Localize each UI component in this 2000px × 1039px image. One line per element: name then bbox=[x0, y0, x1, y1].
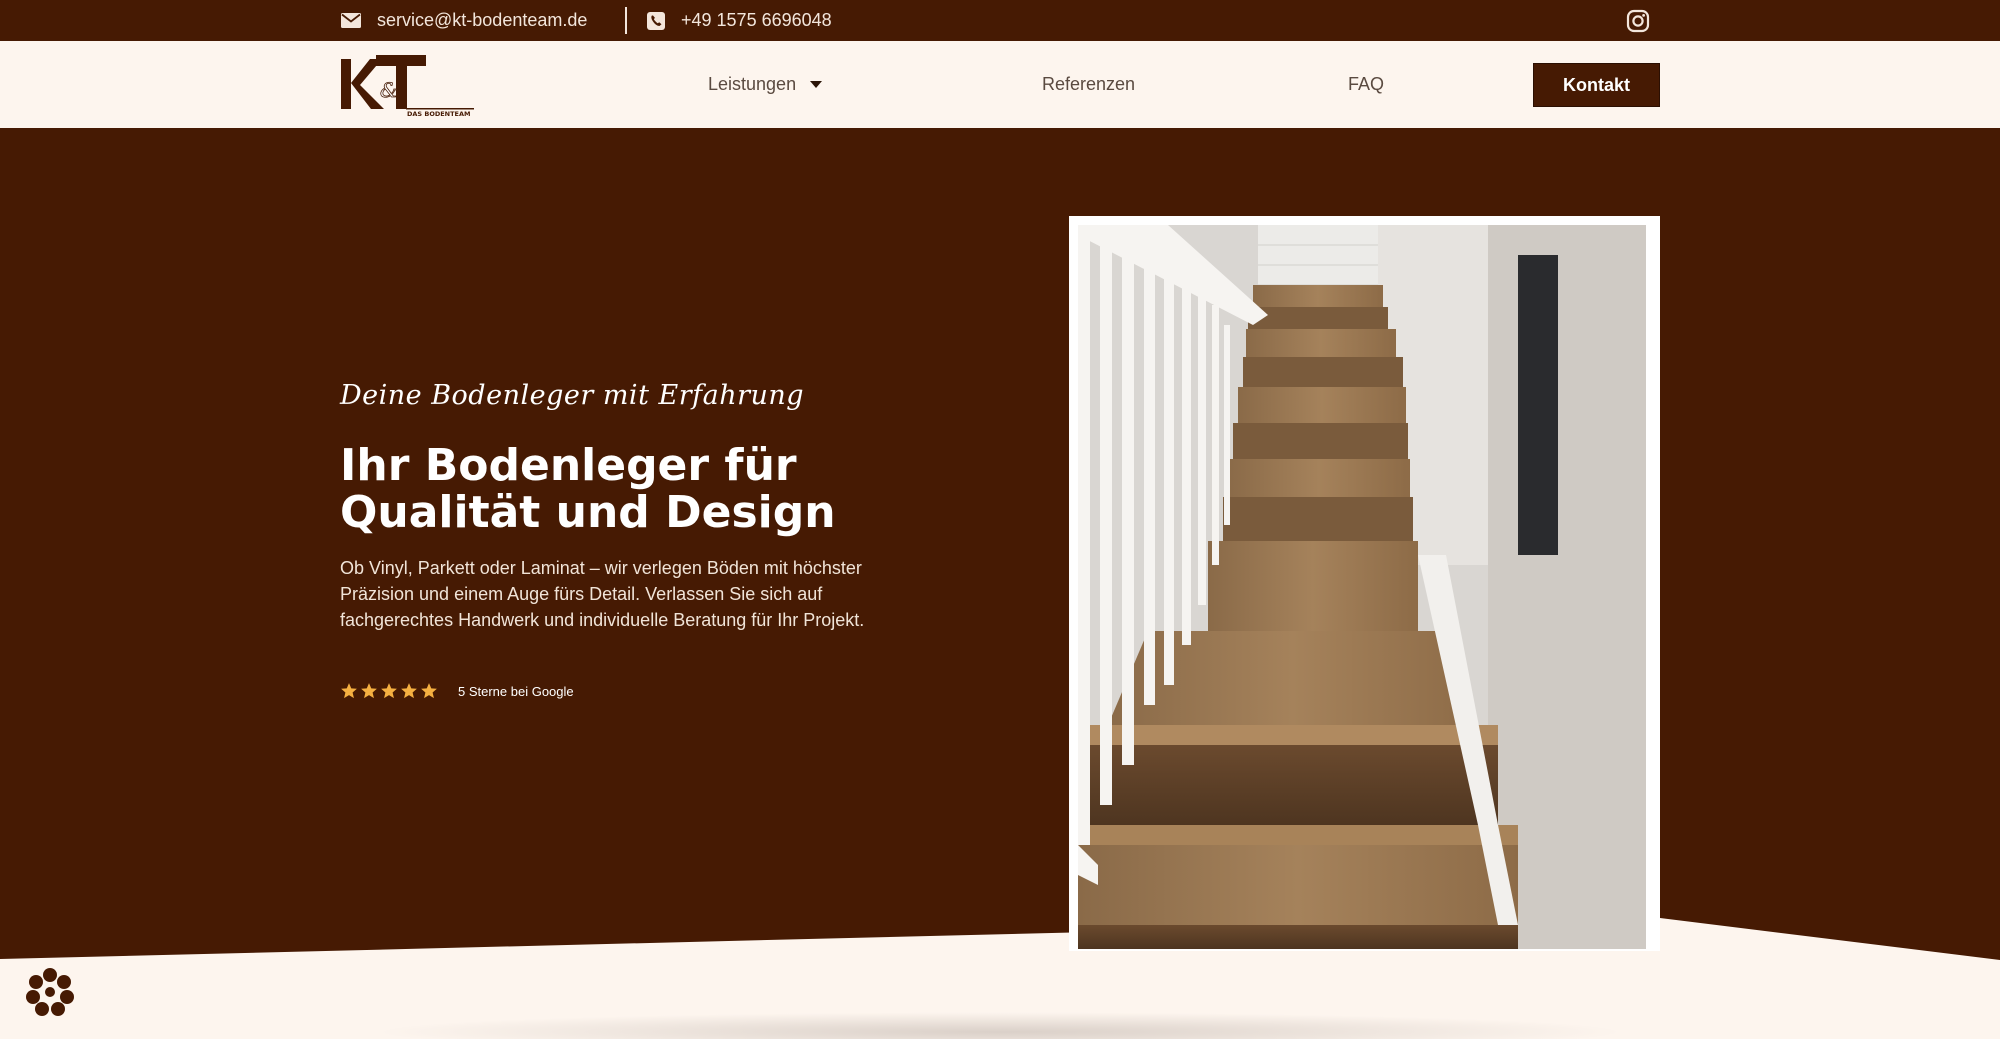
email-text: service@kt-bodenteam.de bbox=[377, 10, 588, 30]
google-rating: 5 Sterne bei Google bbox=[340, 680, 574, 702]
star-icon bbox=[361, 683, 377, 699]
nav-faq-label: FAQ bbox=[1348, 74, 1385, 94]
hero-headline: Ihr Bodenleger für Qualität und Design bbox=[340, 442, 940, 536]
hero-section: Deine Bodenleger mit Erfahrung Ihr Boden… bbox=[0, 128, 2000, 1039]
top-bar: service@kt-bodenteam.de +49 1575 6696048 bbox=[0, 0, 2000, 41]
svg-text:DAS BODENTEAM: DAS BODENTEAM bbox=[407, 110, 471, 117]
main-navigation: & DAS BODENTEAM Leistungen Referenzen FA… bbox=[0, 41, 2000, 128]
hero-image-frame bbox=[1069, 216, 1660, 951]
instagram-icon[interactable] bbox=[1626, 9, 1650, 33]
phone-text: +49 1575 6696048 bbox=[681, 10, 832, 30]
nav-faq[interactable]: FAQ bbox=[1348, 41, 1384, 128]
chevron-down-icon bbox=[810, 81, 823, 88]
nav-referenzen[interactable]: Referenzen bbox=[1042, 41, 1135, 128]
hero-description: Ob Vinyl, Parkett oder Laminat – wir ver… bbox=[340, 558, 865, 630]
star-icon bbox=[381, 683, 397, 699]
topbar-divider bbox=[625, 7, 627, 34]
hero-background bbox=[0, 128, 2000, 1039]
star-icon bbox=[341, 683, 357, 699]
hero-tagline: Deine Bodenleger mit Erfahrung bbox=[340, 380, 805, 411]
hero-headline-line1: Ihr Bodenleger für bbox=[340, 440, 797, 491]
nav-referenzen-label: Referenzen bbox=[1042, 74, 1136, 94]
nav-leistungen-label: Leistungen bbox=[708, 74, 797, 94]
phone-link[interactable]: +49 1575 6696048 bbox=[647, 0, 832, 41]
cookie-settings-icon[interactable] bbox=[22, 964, 78, 1020]
rating-text: 5 Sterne bei Google bbox=[458, 683, 574, 699]
rating-stars bbox=[340, 682, 438, 700]
nav-leistungen[interactable]: Leistungen bbox=[708, 41, 823, 128]
hero-headline-line2: Qualität und Design bbox=[340, 487, 836, 538]
logo[interactable]: & DAS BODENTEAM bbox=[340, 53, 475, 118]
svg-text:&: & bbox=[380, 78, 398, 102]
envelope-icon bbox=[341, 13, 361, 28]
phone-icon bbox=[647, 11, 665, 30]
kontakt-button[interactable]: Kontakt bbox=[1533, 63, 1660, 107]
star-icon bbox=[401, 683, 417, 699]
star-icon bbox=[421, 683, 437, 699]
email-link[interactable]: service@kt-bodenteam.de bbox=[341, 0, 587, 41]
staircase-image bbox=[1078, 225, 1646, 949]
